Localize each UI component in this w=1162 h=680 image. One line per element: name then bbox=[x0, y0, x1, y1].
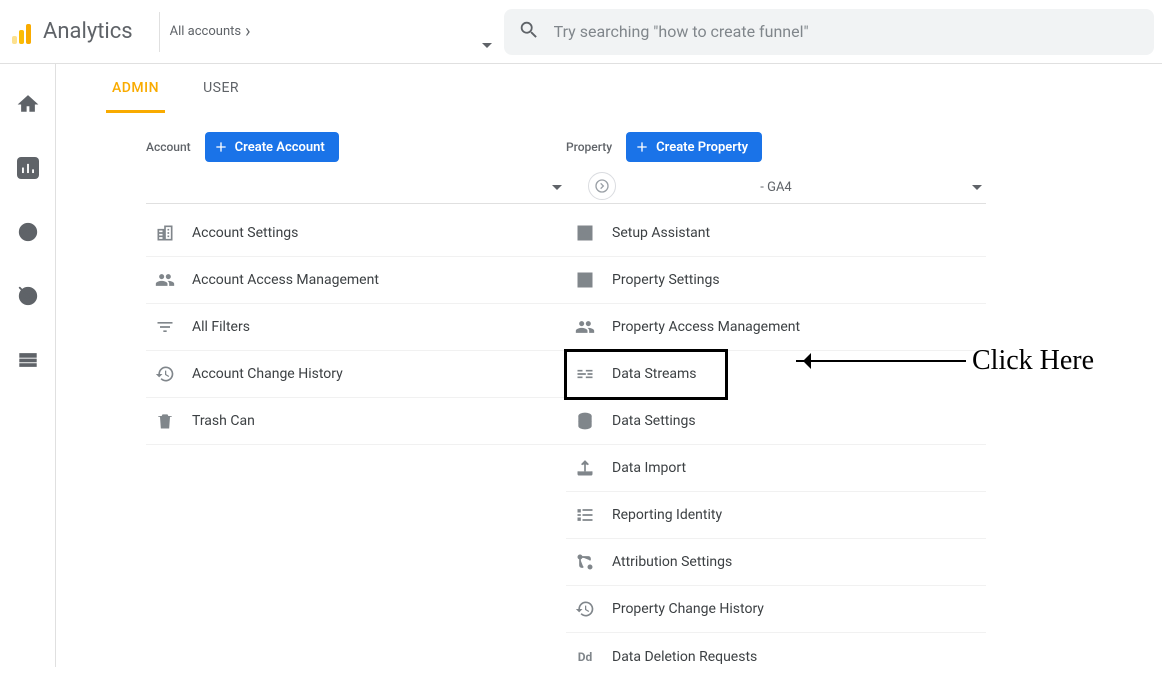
menu-item-label: Account Access Management bbox=[192, 272, 379, 288]
nav-configure-button[interactable] bbox=[8, 340, 48, 380]
caret-down-icon bbox=[482, 43, 492, 48]
plus-icon bbox=[634, 139, 650, 155]
panel-icon bbox=[574, 269, 596, 291]
chevron-right-icon: › bbox=[245, 21, 250, 42]
admin-tabs: ADMIN USER bbox=[80, 64, 1138, 114]
streams-icon bbox=[574, 363, 596, 385]
trash-icon bbox=[154, 410, 176, 432]
caret-down-icon bbox=[972, 185, 982, 190]
account-menu: Account Settings Account Access Manageme… bbox=[146, 210, 566, 445]
menu-item-label: Setup Assistant bbox=[612, 225, 710, 241]
nav-reports-button[interactable] bbox=[8, 148, 48, 188]
account-picker[interactable]: All accounts › bbox=[170, 8, 500, 56]
data-deletion-requests-item[interactable]: Dd Data Deletion Requests bbox=[566, 633, 986, 680]
account-change-history-item[interactable]: Account Change History bbox=[146, 351, 566, 398]
people-icon bbox=[154, 269, 176, 291]
building-icon bbox=[154, 222, 176, 244]
attribution-settings-item[interactable]: Attribution Settings bbox=[566, 539, 986, 586]
logo-wrap: Analytics bbox=[8, 19, 145, 44]
account-column-label: Account bbox=[146, 140, 191, 154]
database-icon bbox=[574, 410, 596, 432]
menu-item-label: Reporting Identity bbox=[612, 507, 722, 523]
tab-user[interactable]: USER bbox=[197, 64, 245, 113]
data-import-item[interactable]: Data Import bbox=[566, 445, 986, 492]
property-column: Property Create Property - GA4 Setup Ass… bbox=[566, 132, 986, 680]
analytics-logo-icon bbox=[12, 20, 33, 44]
identity-icon bbox=[574, 504, 596, 526]
account-settings-item[interactable]: Account Settings bbox=[146, 210, 566, 257]
property-selector-value: - GA4 bbox=[760, 180, 791, 195]
trash-can-item[interactable]: Trash Can bbox=[146, 398, 566, 445]
data-settings-item[interactable]: Data Settings bbox=[566, 398, 986, 445]
create-account-button[interactable]: Create Account bbox=[205, 132, 339, 162]
menu-item-label: Property Change History bbox=[612, 601, 764, 617]
property-access-management-item[interactable]: Property Access Management bbox=[566, 304, 986, 351]
menu-item-label: Account Change History bbox=[192, 366, 343, 382]
history-icon bbox=[574, 598, 596, 620]
people-icon bbox=[574, 316, 596, 338]
create-account-button-label: Create Account bbox=[235, 140, 325, 155]
attribution-icon bbox=[574, 551, 596, 573]
menu-item-label: Data Settings bbox=[612, 413, 696, 429]
property-selector[interactable]: - GA4 bbox=[566, 172, 986, 204]
menu-item-label: Data Import bbox=[612, 460, 686, 476]
menu-item-label: All Filters bbox=[192, 319, 250, 335]
caret-down-icon bbox=[552, 185, 562, 190]
all-filters-item[interactable]: All Filters bbox=[146, 304, 566, 351]
menu-item-label: Property Access Management bbox=[612, 319, 800, 335]
search-bar[interactable] bbox=[504, 9, 1154, 55]
menu-item-label: Attribution Settings bbox=[612, 554, 732, 570]
menu-item-label: Data Deletion Requests bbox=[612, 649, 757, 665]
setup-assistant-item[interactable]: Setup Assistant bbox=[566, 210, 986, 257]
history-icon bbox=[154, 363, 176, 385]
nav-explore-button[interactable] bbox=[8, 212, 48, 252]
property-change-history-item[interactable]: Property Change History bbox=[566, 586, 986, 633]
menu-item-label: Account Settings bbox=[192, 225, 298, 241]
property-column-label: Property bbox=[566, 140, 612, 154]
header-divider bbox=[159, 12, 160, 52]
product-name: Analytics bbox=[43, 19, 133, 44]
property-menu: Setup Assistant Property Settings Proper… bbox=[566, 210, 986, 680]
tab-admin[interactable]: ADMIN bbox=[106, 64, 165, 113]
menu-item-label: Property Settings bbox=[612, 272, 720, 288]
app-header: Analytics All accounts › bbox=[0, 0, 1162, 64]
menu-item-label: Trash Can bbox=[192, 413, 255, 429]
account-picker-line1: All accounts bbox=[170, 24, 241, 39]
nav-advertising-button[interactable] bbox=[8, 276, 48, 316]
plus-icon bbox=[213, 139, 229, 155]
account-access-management-item[interactable]: Account Access Management bbox=[146, 257, 566, 304]
filter-icon bbox=[154, 316, 176, 338]
create-property-button-label: Create Property bbox=[656, 140, 748, 155]
check-square-icon bbox=[574, 222, 596, 244]
property-settings-item[interactable]: Property Settings bbox=[566, 257, 986, 304]
admin-main: ADMIN USER Account Create Account bbox=[56, 64, 1162, 667]
upload-icon bbox=[574, 457, 596, 479]
data-streams-item[interactable]: Data Streams bbox=[566, 351, 726, 398]
account-column: Account Create Account Account Settings bbox=[146, 132, 566, 680]
search-input[interactable] bbox=[554, 22, 1140, 41]
left-nav-rail bbox=[0, 64, 56, 667]
search-icon bbox=[518, 19, 540, 45]
menu-item-label: Data Streams bbox=[612, 366, 697, 382]
create-property-button[interactable]: Create Property bbox=[626, 132, 762, 162]
dd-icon: Dd bbox=[574, 646, 596, 668]
account-selector[interactable] bbox=[146, 172, 566, 204]
reporting-identity-item[interactable]: Reporting Identity bbox=[566, 492, 986, 539]
nav-home-button[interactable] bbox=[8, 84, 48, 124]
